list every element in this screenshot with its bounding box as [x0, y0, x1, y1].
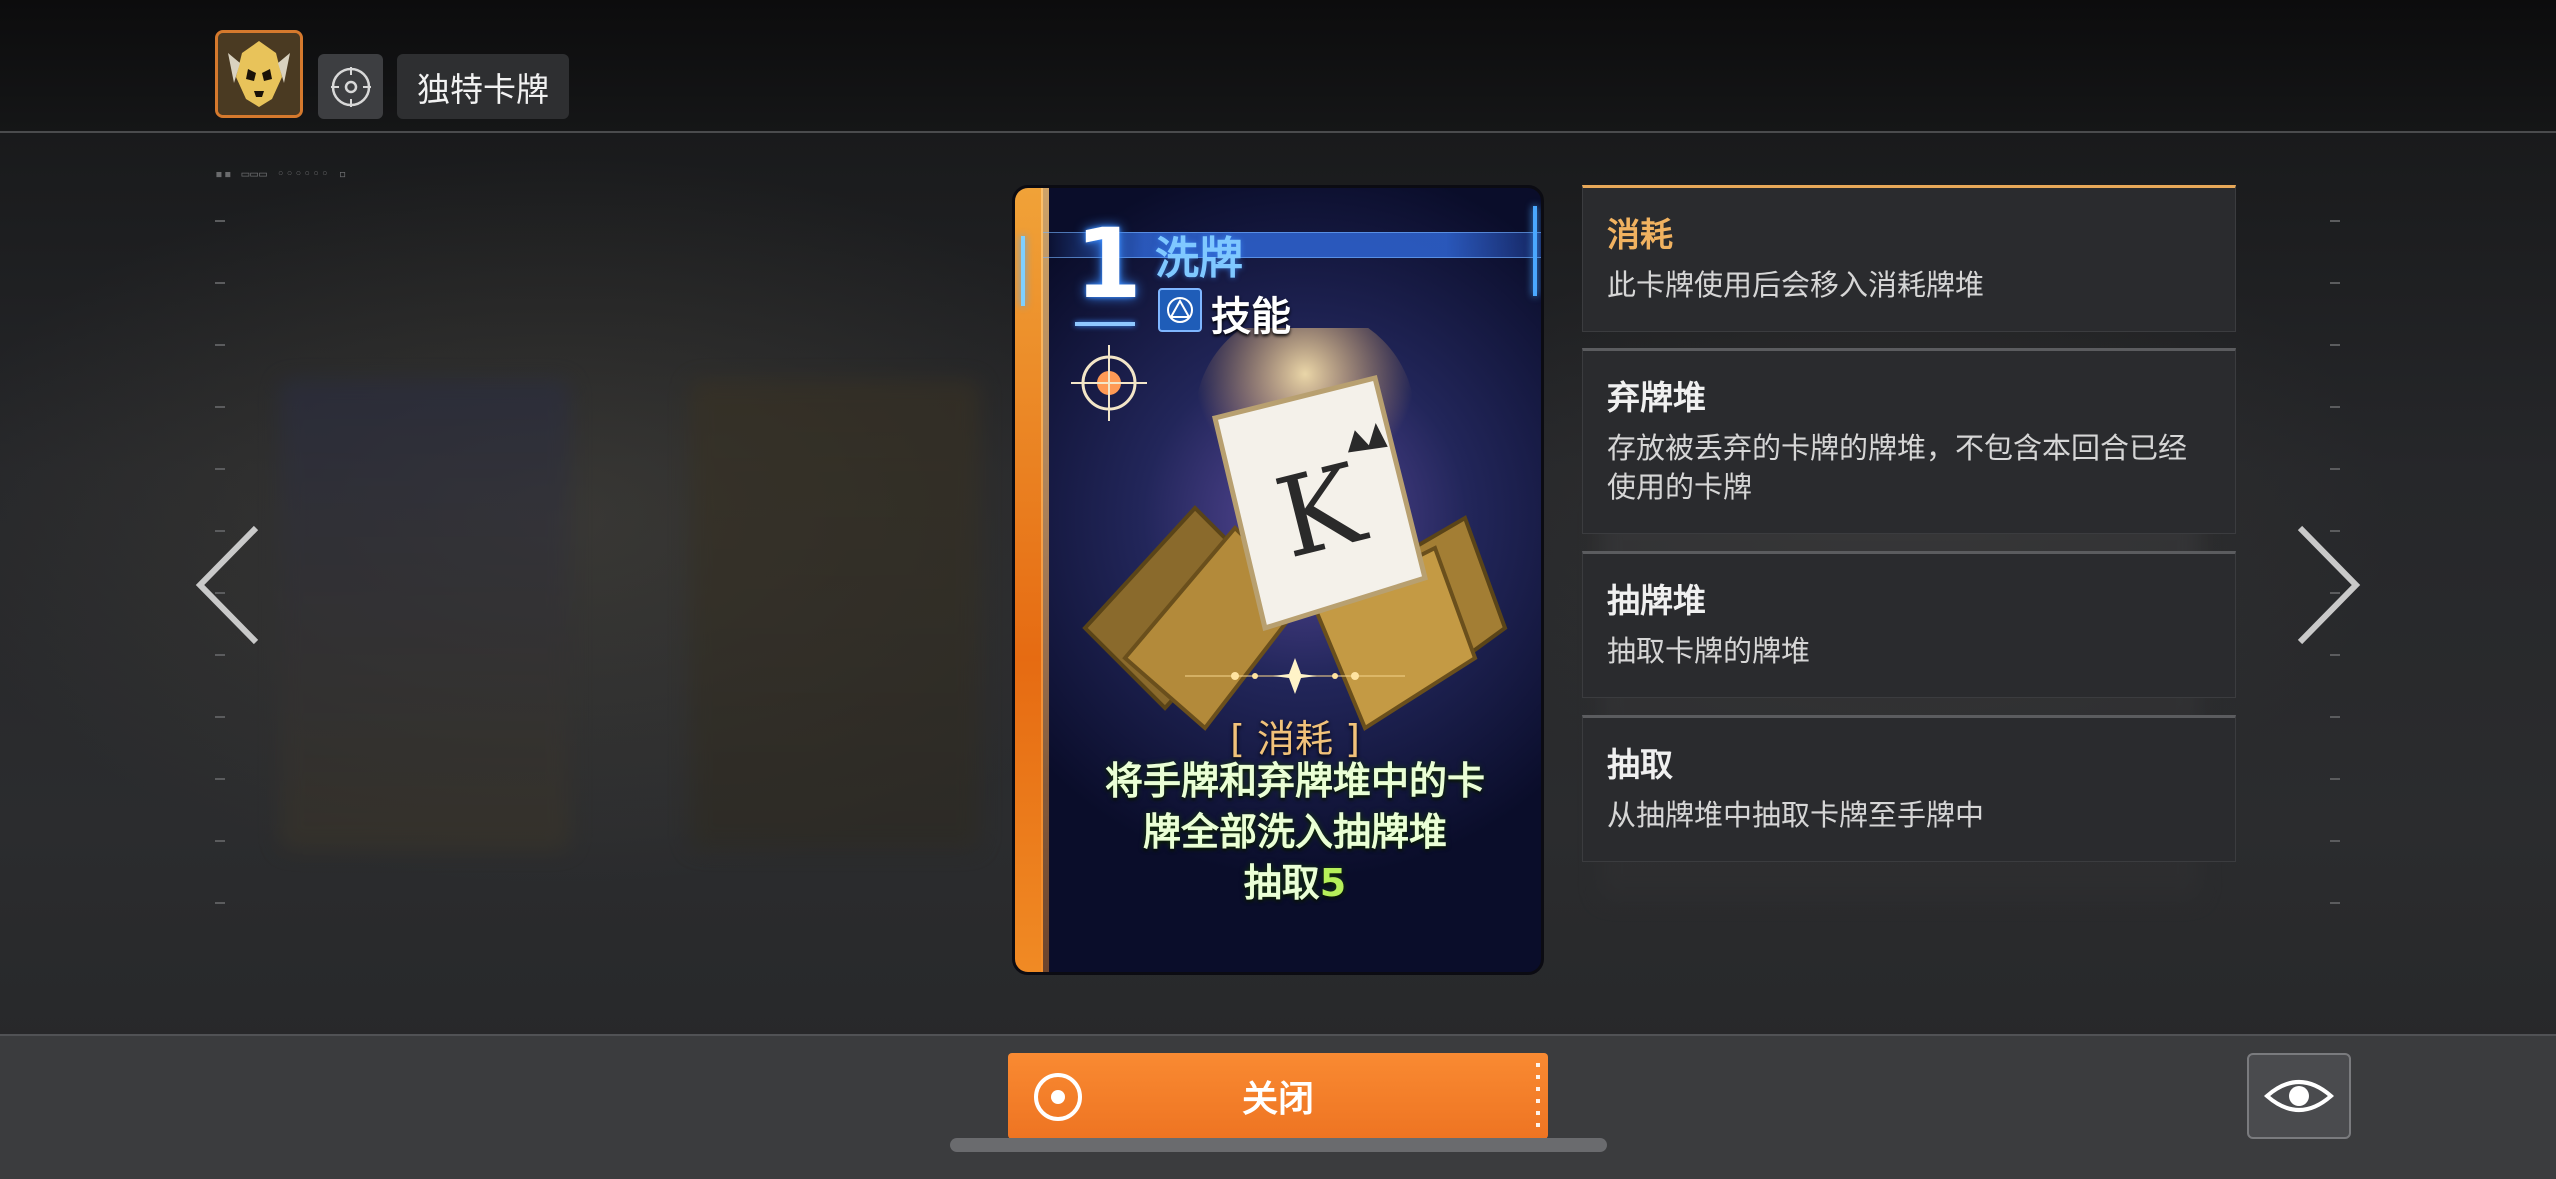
chevron-right-icon: [2297, 525, 2361, 645]
radio-circle-icon: [1034, 1073, 1082, 1121]
keyword-panel-exhaust[interactable]: 消耗 此卡牌使用后会移入消耗牌堆: [1582, 185, 2236, 332]
decorative-label: ▪▪ ▭▭▭ ◦◦◦◦◦◦ ▫: [215, 167, 348, 182]
card-desc-line-2: 牌全部洗入抽牌堆: [1142, 810, 1447, 854]
close-button-label: 关闭: [1241, 1079, 1314, 1120]
close-button[interactable]: 关闭: [1008, 1053, 1548, 1139]
card-edge-glow-left: [1021, 236, 1025, 306]
card-name: 洗牌: [1155, 233, 1243, 284]
keyword-title: 抽取: [1607, 745, 1673, 784]
page-title-text: 独特卡牌: [417, 69, 549, 109]
card-desc-draw-label: 抽取: [1243, 861, 1320, 905]
keyword-description: 抽取卡牌的牌堆: [1607, 634, 1811, 668]
keyword-panel-discard-pile[interactable]: 弃牌堆 存放被丢弃的卡牌的牌堆，不包含本回合已经使用的卡牌: [1582, 348, 2236, 534]
keyword-title: 消耗: [1607, 215, 1673, 254]
card-desc-line-3: 抽取5: [1043, 858, 1541, 909]
keyword-title: 抽牌堆: [1607, 581, 1706, 620]
keyword-panel-draw[interactable]: 抽取 从抽牌堆中抽取卡牌至手牌中: [1582, 715, 2236, 862]
blurred-card-left-1: [280, 380, 570, 850]
card-desc-line-1: 将手牌和弃牌堆中的卡: [1104, 759, 1485, 803]
golden-skull-avatar-icon: [218, 33, 300, 115]
button-dots-decoration: [1536, 1063, 1540, 1129]
eye-icon: [2264, 1080, 2334, 1112]
view-toggle-button[interactable]: [2247, 1053, 2351, 1139]
sparkle-divider: [1185, 658, 1405, 694]
top-bar: [0, 0, 2556, 133]
target-icon: [330, 66, 371, 107]
keyword-panel-draw-pile[interactable]: 抽牌堆 抽取卡牌的牌堆: [1582, 551, 2236, 698]
triangle-skill-icon: [1158, 288, 1202, 332]
card-keyword-tag: [ 消耗 ]: [1230, 717, 1360, 761]
card-rarity-stripe: [1015, 188, 1049, 972]
next-card-button[interactable]: [2286, 520, 2366, 650]
page-title: 独特卡牌: [397, 54, 569, 119]
home-indicator[interactable]: [950, 1138, 1607, 1152]
card-cost: 1: [1075, 208, 1142, 320]
keyword-description: 此卡牌使用后会移入消耗牌堆: [1607, 268, 1985, 302]
keyword-title: 弃牌堆: [1607, 378, 1706, 417]
blurred-card-left-2: [690, 380, 980, 850]
player-avatar[interactable]: [215, 30, 303, 118]
card-cost-underline: [1075, 322, 1135, 326]
previous-card-button[interactable]: [190, 520, 270, 650]
card-detail: K 1 洗牌 技能 [ 消耗 ] 将手牌和弃牌堆中的卡 牌全部洗入抽牌堆 抽取5: [1012, 185, 1544, 975]
card-description: 将手牌和弃牌堆中的卡 牌全部洗入抽牌堆 抽取5: [1043, 756, 1541, 909]
chevron-left-icon: [195, 525, 259, 645]
card-edge-glow: [1533, 206, 1537, 296]
card-type: 技能: [1211, 294, 1291, 340]
target-emblem-icon: [1071, 345, 1147, 421]
card-desc-draw-number: 5: [1319, 861, 1347, 905]
keyword-description: 存放被丢弃的卡牌的牌堆，不包含本回合已经使用的卡牌: [1607, 431, 2188, 504]
target-mode-button[interactable]: [318, 54, 383, 119]
keyword-description: 从抽牌堆中抽取卡牌至手牌中: [1607, 798, 1985, 832]
